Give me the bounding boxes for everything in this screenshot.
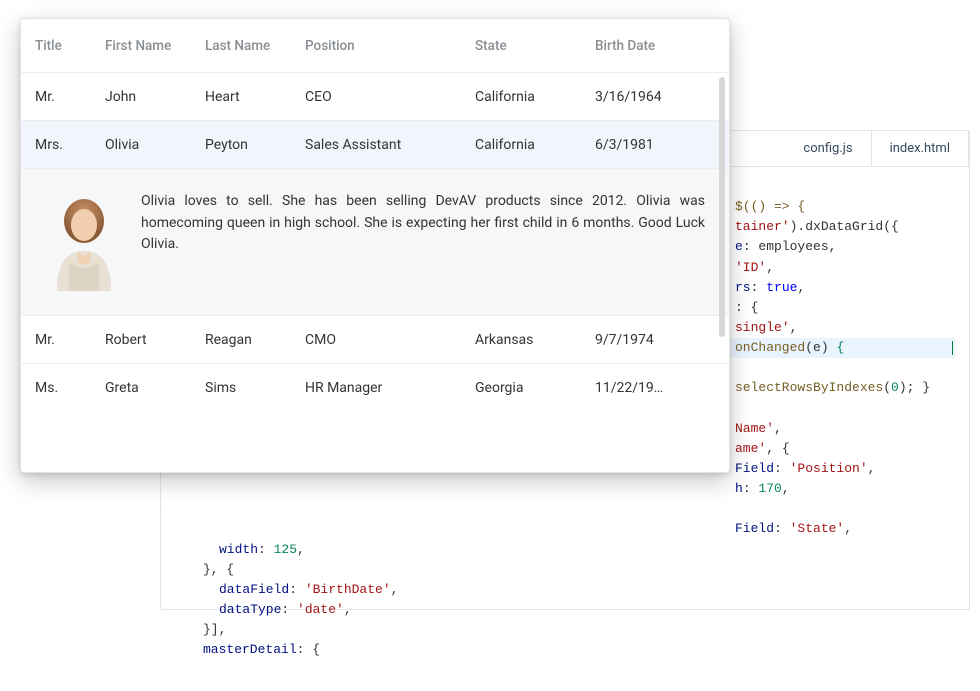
cell-firstname: John <box>105 89 205 105</box>
cell-birthdate: 3/16/1964 <box>595 89 695 105</box>
table-row[interactable]: Mrs. Olivia Peyton Sales Assistant Calif… <box>21 121 729 169</box>
employee-detail-text: Olivia loves to sell. She has been selli… <box>141 191 705 291</box>
cell-title: Ms. <box>35 380 105 396</box>
code-text: 125 <box>274 542 297 557</box>
code-text: 'State' <box>790 521 845 536</box>
column-header-firstname[interactable]: First Name <box>105 38 205 54</box>
code-text: dataType <box>219 602 281 617</box>
data-grid-card: Title First Name Last Name Position Stat… <box>20 18 730 473</box>
code-text: single' <box>735 320 790 335</box>
code-text: selectRowsByIndexes <box>735 380 883 395</box>
code-text: 0 <box>891 380 899 395</box>
code-text: , <box>844 521 852 536</box>
code-text: 'BirthDate' <box>305 582 391 597</box>
cell-lastname: Sims <box>205 380 305 396</box>
cell-lastname: Heart <box>205 89 305 105</box>
cell-state: Arkansas <box>475 332 595 348</box>
code-text: , <box>344 602 352 617</box>
column-header-birthdate[interactable]: Birth Date <box>595 38 695 54</box>
column-header-title[interactable]: Title <box>35 38 105 54</box>
cell-birthdate: 11/22/19… <box>595 380 695 396</box>
cell-title: Mr. <box>35 332 105 348</box>
code-text: , <box>297 542 305 557</box>
master-detail-panel: Olivia loves to sell. She has been selli… <box>21 169 729 316</box>
code-text: tainer' <box>735 219 790 234</box>
code-text: { <box>836 340 844 355</box>
cell-position: Sales Assistant <box>305 137 475 153</box>
cell-firstname: Olivia <box>105 137 205 153</box>
code-text: : <box>281 602 297 617</box>
cell-position: CEO <box>305 89 475 105</box>
code-text: : employees, <box>743 239 837 254</box>
code-text: rs <box>735 280 751 295</box>
code-text: , { <box>766 441 789 456</box>
code-text: : <box>774 461 790 476</box>
code-text: : <box>774 521 790 536</box>
code-text: , <box>774 421 782 436</box>
code-text: : { <box>735 300 758 315</box>
cell-title: Mrs. <box>35 137 105 153</box>
cell-state: California <box>475 137 595 153</box>
code-text: ); } <box>899 380 930 395</box>
code-text: 170 <box>758 481 781 496</box>
code-text: ).dxDataGrid({ <box>790 219 899 234</box>
column-header-lastname[interactable]: Last Name <box>205 38 305 54</box>
cell-state: Georgia <box>475 380 595 396</box>
code-text: : <box>743 481 759 496</box>
code-text: : <box>258 542 274 557</box>
scrollbar[interactable] <box>719 77 725 337</box>
cell-birthdate: 9/7/1974 <box>595 332 695 348</box>
code-text: Field <box>735 461 774 476</box>
code-text: 'date' <box>297 602 344 617</box>
code-text: masterDetail <box>203 642 297 657</box>
code-text: : { <box>297 642 320 657</box>
table-row[interactable]: Mr. Robert Reagan CMO Arkansas 9/7/1974 <box>21 316 729 364</box>
code-tab-index[interactable]: index.html <box>872 131 969 166</box>
code-text: onChanged <box>735 340 805 355</box>
table-row[interactable]: Ms. Greta Sims HR Manager Georgia 11/22/… <box>21 364 729 412</box>
cell-position: CMO <box>305 332 475 348</box>
cell-position: HR Manager <box>305 380 475 396</box>
code-text: , <box>797 280 805 295</box>
code-text: Field <box>735 521 774 536</box>
cell-lastname: Peyton <box>205 137 305 153</box>
code-text: e <box>735 239 743 254</box>
cell-title: Mr. <box>35 89 105 105</box>
code-text: ame' <box>735 441 766 456</box>
code-text: }], <box>203 622 226 637</box>
column-header-state[interactable]: State <box>475 38 595 54</box>
code-text: , <box>391 582 399 597</box>
code-text: $(() => { <box>735 199 805 214</box>
code-text: 'Position' <box>790 461 868 476</box>
cell-firstname: Robert <box>105 332 205 348</box>
code-text: (e) <box>805 340 836 355</box>
employee-avatar <box>45 191 123 291</box>
code-text: , <box>766 260 774 275</box>
grid-header-row: Title First Name Last Name Position Stat… <box>21 19 729 73</box>
code-text: true <box>758 280 797 295</box>
person-icon <box>45 191 123 291</box>
cell-birthdate: 6/3/1981 <box>595 137 695 153</box>
code-text: h <box>735 481 743 496</box>
code-text: , <box>782 481 790 496</box>
code-text: width <box>219 542 258 557</box>
cell-firstname: Greta <box>105 380 205 396</box>
code-text: , <box>790 320 798 335</box>
code-text: dataField <box>219 582 289 597</box>
code-text: : <box>289 582 305 597</box>
code-text: }, { <box>203 562 234 577</box>
cell-state: California <box>475 89 595 105</box>
table-row[interactable]: Mr. John Heart CEO California 3/16/1964 <box>21 73 729 121</box>
cell-lastname: Reagan <box>205 332 305 348</box>
column-header-position[interactable]: Position <box>305 38 475 54</box>
code-tab-config[interactable]: config.js <box>785 131 871 166</box>
code-text: ( <box>883 380 891 395</box>
code-text: 'ID' <box>735 260 766 275</box>
code-text: , <box>868 461 876 476</box>
code-text: Name' <box>735 421 774 436</box>
